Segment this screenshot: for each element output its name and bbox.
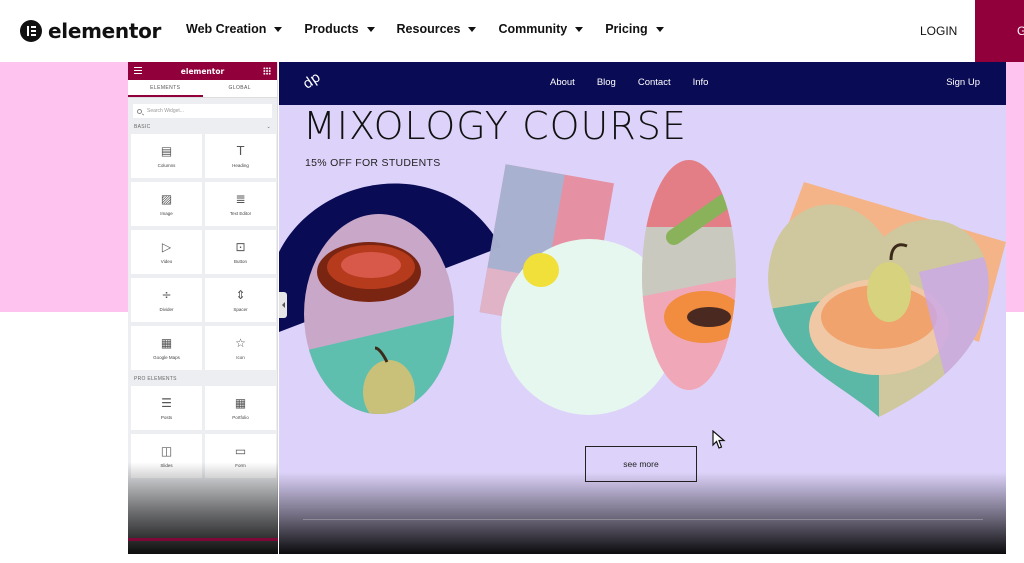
tab-elements[interactable]: ELEMENTS — [128, 80, 203, 97]
editor-demo-frame: elementor ELEMENTS GLOBAL Search Widget.… — [128, 62, 1006, 554]
page-subtitle: 15% OFF FOR STUDENTS — [305, 157, 441, 169]
page-canvas: dp About Blog Contact Info Sign Up MIXOL… — [279, 62, 1006, 554]
nav-label: Community — [498, 22, 568, 36]
nav-label: Web Creation — [186, 22, 267, 36]
text-editor-icon: ≣ — [235, 191, 246, 206]
map-icon: ▦ — [160, 335, 173, 350]
category-label: BASIC — [134, 124, 151, 130]
basic-widgets: ▤ Columns T Heading ▨ Image ≣ Text Editor ▷ V… — [131, 134, 276, 370]
posts-icon: ☰ — [161, 395, 172, 410]
widget-spacer[interactable]: ⇕ Spacer — [205, 278, 276, 322]
chevron-down-icon — [366, 26, 375, 32]
chevron-left-icon — [281, 302, 285, 308]
widget-search-input[interactable]: Search Widget... — [133, 104, 272, 118]
top-navigation: elementor Web Creation Products Resource… — [0, 0, 1024, 62]
widget-video[interactable]: ▷ Video — [131, 230, 202, 274]
site-logo[interactable]: dp — [300, 69, 324, 92]
button-icon: ⊡ — [235, 239, 246, 254]
panel-tabs: ELEMENTS GLOBAL — [128, 80, 277, 98]
mouse-cursor-icon — [712, 430, 726, 449]
widget-label: Divider — [159, 306, 174, 312]
widget-posts[interactable]: ☰ Posts — [131, 386, 202, 430]
search-placeholder: Search Widget... — [147, 108, 184, 114]
panel-footer-bar — [128, 538, 278, 541]
search-icon — [137, 108, 142, 114]
widget-label: Text Editor — [229, 210, 252, 216]
widget-heading[interactable]: T Heading — [205, 134, 276, 178]
grid-icon[interactable] — [263, 67, 271, 75]
widget-divider[interactable]: ÷ Divider — [131, 278, 202, 322]
widget-label: Video — [160, 258, 173, 264]
widget-label: Spacer — [233, 306, 248, 312]
nav-label: Pricing — [605, 22, 648, 36]
chevron-down-icon — [575, 26, 584, 32]
nav-label: Resources — [396, 22, 461, 36]
category-basic[interactable]: BASIC ⌄ — [134, 124, 271, 130]
columns-icon: ▤ — [160, 143, 173, 158]
widget-image[interactable]: ▨ Image — [131, 182, 202, 226]
nav-pricing[interactable]: Pricing — [605, 22, 664, 36]
site-link-info[interactable]: Info — [693, 77, 709, 88]
widget-columns[interactable]: ▤ Columns — [131, 134, 202, 178]
site-signup-link[interactable]: Sign Up — [946, 77, 980, 88]
page-title: MIXOLOGY COURSE — [303, 104, 687, 148]
tab-global[interactable]: GLOBAL — [203, 80, 278, 97]
elementor-logo-icon — [20, 20, 42, 42]
category-label: PRO ELEMENTS — [134, 376, 177, 382]
widget-label: Posts — [160, 414, 173, 420]
nav-community[interactable]: Community — [498, 22, 584, 36]
panel-collapse-toggle[interactable] — [279, 292, 287, 318]
star-icon: ☆ — [235, 335, 246, 350]
main-menu: Web Creation Products Resources Communit… — [186, 22, 664, 36]
elementor-logo[interactable]: elementor — [20, 19, 161, 43]
panel-header: elementor — [128, 62, 277, 80]
image-icon: ▨ — [160, 191, 173, 206]
widget-label: Heading — [232, 162, 249, 168]
widget-portfolio[interactable]: ▦ Portfolio — [205, 386, 276, 430]
spacer-icon: ⇕ — [235, 287, 246, 302]
site-menu: About Blog Contact Info — [550, 77, 708, 88]
site-link-about[interactable]: About — [550, 77, 575, 88]
nav-web-creation[interactable]: Web Creation — [186, 22, 283, 36]
widget-label: Icon — [236, 354, 245, 360]
video-icon: ▷ — [161, 239, 172, 254]
widget-label: Image — [160, 210, 173, 216]
category-pro[interactable]: PRO ELEMENTS — [134, 376, 271, 382]
nav-label: Products — [304, 22, 359, 36]
login-link[interactable]: LOGIN — [920, 24, 957, 38]
hamburger-icon[interactable] — [134, 67, 142, 74]
site-link-contact[interactable]: Contact — [638, 77, 671, 88]
divider-icon: ÷ — [161, 287, 172, 302]
nav-resources[interactable]: Resources — [397, 22, 477, 36]
widget-label: Columns — [157, 162, 176, 168]
widget-label: Button — [233, 258, 247, 264]
chevron-down-icon — [655, 26, 664, 32]
chevron-down-icon: ⌄ — [266, 124, 271, 130]
slides-icon: ◫ — [160, 443, 173, 458]
chevron-down-icon — [274, 26, 283, 32]
canvas-fade-overlay — [279, 472, 1006, 554]
widget-text-editor[interactable]: ≣ Text Editor — [205, 182, 276, 226]
widget-google-maps[interactable]: ▦ Google Maps — [131, 326, 202, 370]
widget-panel: elementor ELEMENTS GLOBAL Search Widget.… — [128, 62, 278, 554]
widget-label: Portfolio — [232, 414, 249, 420]
site-header: dp About Blog Contact Info Sign Up — [279, 62, 1006, 105]
get-started-button[interactable]: G — [975, 0, 1024, 62]
form-icon: ▭ — [234, 443, 247, 458]
nav-products[interactable]: Products — [304, 22, 375, 36]
site-link-blog[interactable]: Blog — [597, 77, 616, 88]
portfolio-icon: ▦ — [234, 395, 247, 410]
brand-name: elementor — [48, 19, 162, 43]
panel-title: elementor — [180, 66, 225, 76]
heading-icon: T — [236, 143, 245, 158]
widget-icon[interactable]: ☆ Icon — [205, 326, 276, 370]
widget-label: Google Maps — [153, 354, 180, 360]
section-divider — [303, 519, 983, 520]
widget-button[interactable]: ⊡ Button — [205, 230, 276, 274]
chevron-down-icon — [468, 26, 477, 32]
